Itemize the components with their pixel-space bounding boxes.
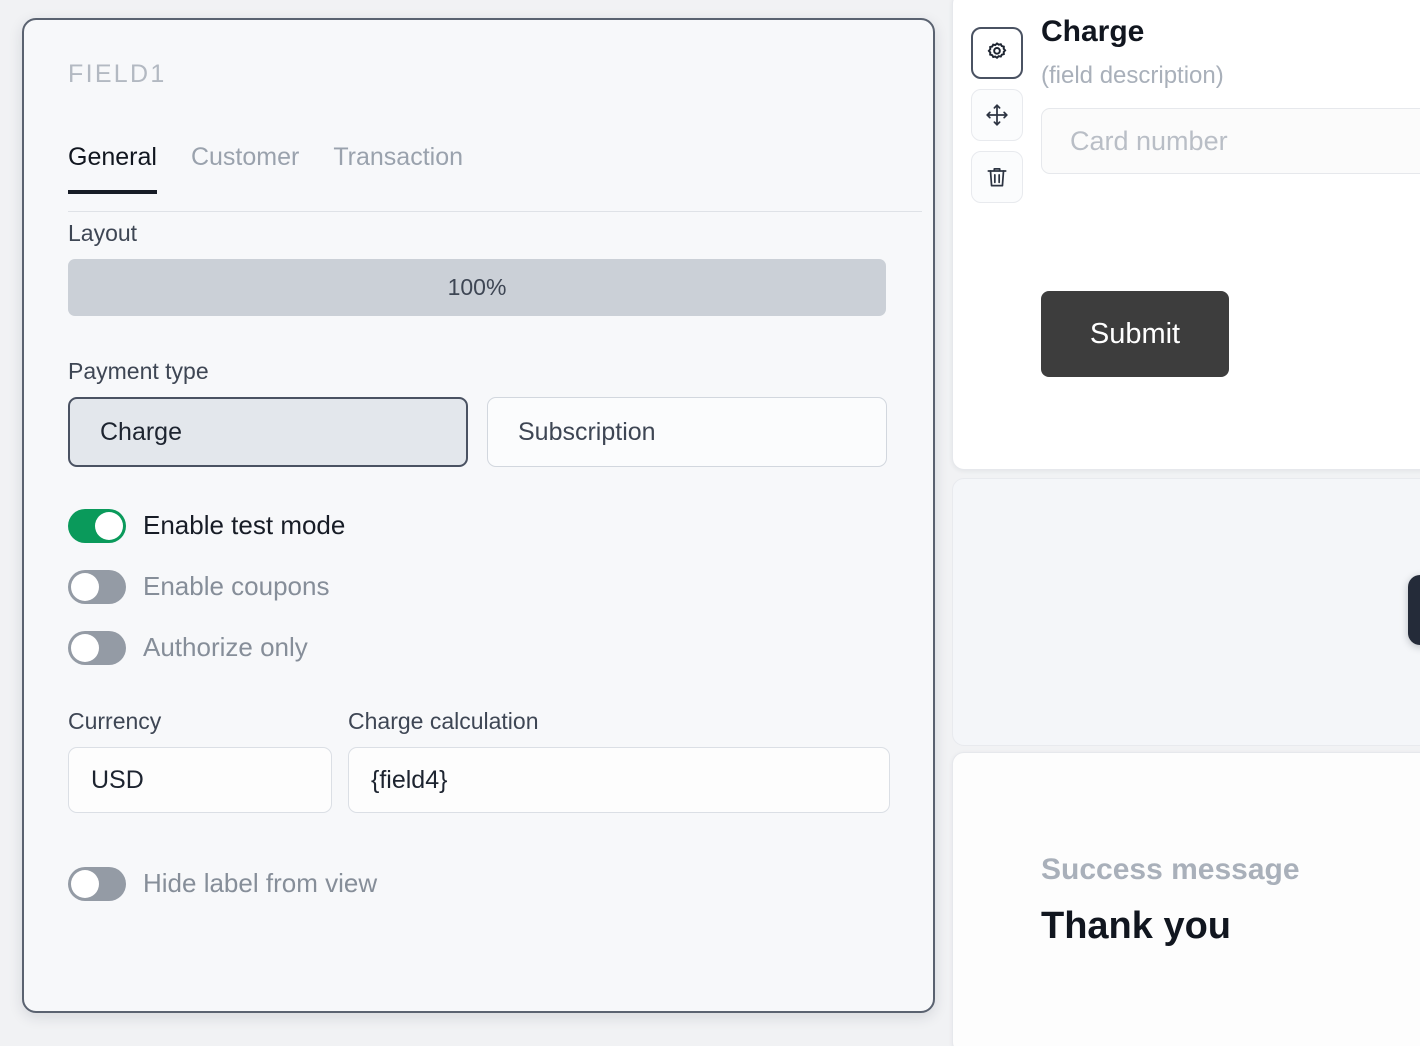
authorize-only-toggle[interactable] [68,630,126,665]
layout-section: Layout 100% [68,220,922,316]
currency-input[interactable] [68,747,332,813]
app-root: FIELD1 General Customer Transaction Layo… [0,0,1420,1046]
trash-icon [984,164,1010,190]
page-title: FIELD1 [68,60,167,88]
toggle-knob [71,869,99,898]
gear-icon-button[interactable] [971,27,1023,79]
hide-label-toggle[interactable] [68,866,126,901]
field-settings-panel: FIELD1 General Customer Transaction Layo… [22,18,935,1013]
layout-width-value: 100% [447,274,507,300]
floating-action-pill[interactable] [1408,575,1420,645]
move-icon [984,102,1010,128]
tab-transaction[interactable]: Transaction [333,138,463,190]
hide-label-label: Hide label from view [143,868,378,898]
layout-slider-wrap: 100% [68,259,922,316]
enable-test-mode-toggle[interactable] [68,508,126,543]
payment-type-section: Payment type Charge Subscription [68,358,922,467]
currency-label: Currency [68,708,162,734]
toggle-knob [95,511,123,540]
move-icon-button[interactable] [971,89,1023,141]
toggle-knob [71,633,99,662]
preview-field-description: (field description) [1041,62,1224,89]
enable-coupons-label: Enable coupons [143,571,330,601]
form-preview-column: Charge (field description) Card number S… [952,0,1420,1046]
toggle-knob [71,572,99,601]
layout-width-slider[interactable]: 100% [68,259,886,316]
tab-customer[interactable]: Customer [191,138,299,190]
toggle-row-coupons: Enable coupons [68,562,922,611]
currency-calculation-row: Currency Charge calculation [68,708,922,813]
settings-tabs: General Customer Transaction [68,138,922,212]
preview-field-title: Charge [1041,15,1145,48]
payment-type-options: Charge Subscription [68,397,922,467]
card-number-input[interactable]: Card number [1041,108,1420,174]
payment-type-charge-button[interactable]: Charge [68,397,468,467]
charge-calculation-group: Charge calculation [348,708,890,813]
form-body-panel [952,478,1420,746]
layout-label: Layout [68,220,138,246]
payment-type-subscription-button[interactable]: Subscription [487,397,887,467]
currency-group: Currency [68,708,332,813]
payment-type-label: Payment type [68,358,209,384]
charge-calculation-input[interactable] [348,747,890,813]
field-preview-card: Charge (field description) Card number S… [952,0,1420,470]
authorize-only-label: Authorize only [143,632,308,662]
gear-icon [984,40,1010,66]
success-message-text: Thank you [1041,905,1232,947]
toggle-row-hide-label: Hide label from view [68,859,922,908]
option-toggles: Enable test mode Enable coupons Authoriz… [68,501,922,672]
general-tab-content: Layout 100% Payment type Charge Subscrip… [68,220,922,920]
toggle-row-authorize-only: Authorize only [68,623,922,672]
success-message-label: Success message [1041,853,1300,886]
enable-coupons-toggle[interactable] [68,569,126,604]
success-message-card: Success message Thank you [952,752,1420,1046]
trash-icon-button[interactable] [971,151,1023,203]
field-preview-body: Charge (field description) Card number [1041,15,1420,174]
tab-general[interactable]: General [68,138,157,194]
charge-calculation-label: Charge calculation [348,708,539,734]
field-action-rail [971,27,1023,213]
enable-test-mode-label: Enable test mode [143,510,346,540]
submit-button[interactable]: Submit [1041,291,1229,377]
toggle-row-test-mode: Enable test mode [68,501,922,550]
